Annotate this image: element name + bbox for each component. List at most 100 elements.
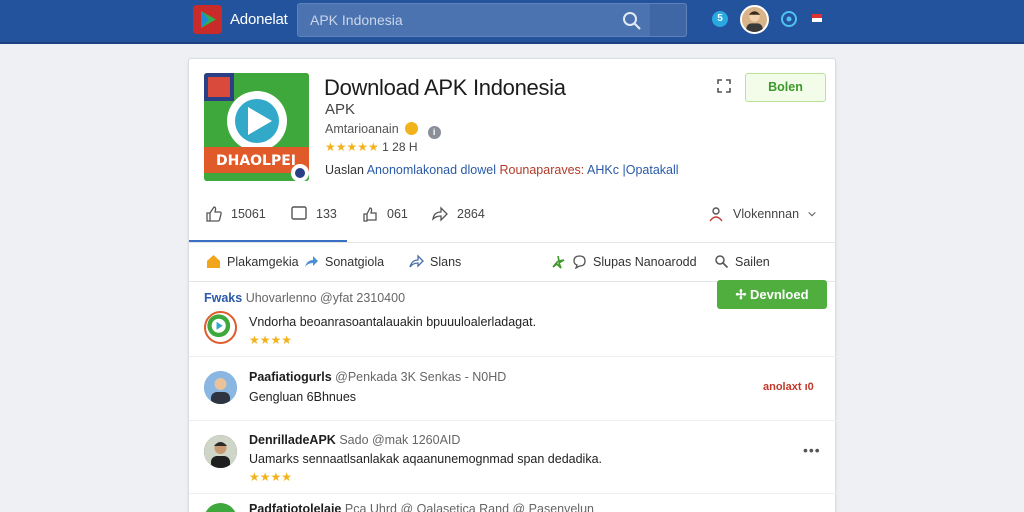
share-arrow-icon — [305, 256, 318, 267]
app-avatar-icon — [207, 314, 231, 338]
post-header: Paafiatiogurls @Penkada 3K Senkas - N0HD — [249, 370, 506, 384]
post-meta: @Penkada 3K Senkas - N0HD — [335, 370, 507, 384]
like-count: 15061 — [231, 207, 266, 221]
post-header: DenrilladeAPK Sado @mak 1260AID — [249, 433, 460, 447]
notification-badge[interactable]: 5 — [712, 11, 728, 27]
tag-link-3[interactable]: AHKc |Opatakall — [587, 163, 678, 177]
download-arrow-icon: ✢ — [735, 287, 747, 302]
info-icon[interactable]: i — [427, 126, 441, 139]
post-meta: Sado @mak 1260AID — [339, 433, 461, 447]
tab-label: Sailen — [735, 254, 770, 269]
language-flag-icon[interactable] — [812, 14, 822, 22]
post-author[interactable]: Padfatiotolelaie — [249, 502, 341, 512]
tag-link-1[interactable]: Anonomlakonad dlowel — [367, 163, 496, 177]
tab-label: Slans — [430, 254, 462, 269]
post-avatar[interactable] — [204, 435, 237, 468]
tags-prefix: Uaslan — [325, 163, 364, 177]
app-icon: DHAOLPEI — [204, 73, 309, 181]
chat-icon[interactable] — [780, 10, 798, 28]
post-author[interactable]: Fwaks — [204, 291, 242, 305]
post-author[interactable]: Paafiatiogurls — [249, 370, 332, 384]
user-avatar-icon — [742, 7, 767, 32]
emoji-icon — [405, 122, 419, 135]
post-header: Fwaks Uhovarlenno @yfat 2310400 — [204, 291, 405, 305]
chat-bubble-icon — [573, 255, 586, 269]
share-count: 061 — [387, 207, 408, 221]
download-button[interactable]: ✢ Devnloed — [717, 280, 827, 309]
top-navigation-bar: Adonelat APK Indonesia 5 — [0, 0, 1024, 44]
developer-name[interactable]: Amtarioanain — [325, 122, 399, 136]
download-label: Devnloed — [750, 287, 809, 302]
stats-divider — [189, 242, 837, 243]
post-header: Padfatiotolelaie Pca Uhrd @ Oalasetica R… — [249, 502, 594, 512]
post-author[interactable]: DenrilladeAPK — [249, 433, 336, 447]
rating-value: 1 28 H — [382, 140, 418, 154]
user-avatar-icon — [204, 435, 237, 468]
search-icon[interactable] — [622, 11, 642, 31]
like-stat[interactable]: 15061 — [205, 205, 266, 223]
site-logo[interactable] — [193, 5, 222, 34]
post-avatar[interactable] — [204, 311, 237, 344]
tab-label: Sonatgiola — [325, 254, 385, 269]
app-icon-label: DHAOLPEI — [216, 153, 296, 169]
comment-stat[interactable]: 133 — [290, 205, 337, 223]
user-avatar-icon — [204, 371, 237, 404]
user-avatar[interactable] — [740, 5, 769, 34]
post-divider — [189, 420, 837, 421]
app-category: APK — [325, 101, 356, 118]
app-logo-icon: DHAOLPEI — [204, 73, 309, 181]
post-divider — [189, 356, 837, 357]
post-body: Gengluan 6Bhnues — [249, 390, 357, 404]
app-detail-card: DHAOLPEI Download APK Indonesia APK Amta… — [188, 58, 837, 512]
tab-send[interactable]: Slans — [409, 254, 461, 269]
post-badge: anolaxt ı0 — [763, 381, 814, 393]
tab-reviews[interactable]: Slupas Nanoarodd — [551, 254, 697, 269]
tab-home[interactable]: Plakamgekia — [206, 254, 299, 269]
thumbs-up-outline-icon — [363, 207, 377, 222]
expand-icon[interactable] — [717, 79, 731, 93]
post-avatar[interactable] — [204, 371, 237, 404]
app-title: Download APK Indonesia — [324, 75, 566, 100]
post-meta: Uhovarlenno @yfat 2310400 — [245, 291, 406, 305]
tab-search[interactable]: Sailen — [714, 254, 770, 269]
more-label: Vlokennnan — [733, 207, 800, 221]
comment-icon — [291, 206, 307, 220]
forward-arrow-icon — [432, 206, 448, 222]
follow-button[interactable]: Bolen — [745, 73, 826, 102]
brand-name[interactable]: Adonelat — [230, 11, 288, 28]
search-input[interactable]: APK Indonesia — [310, 12, 403, 28]
app-tags: Uaslan Anonomlakonad dlowel Rounaparaves… — [325, 163, 679, 177]
more-options-icon[interactable]: ••• — [803, 442, 821, 458]
post-stars-icon: ★★★★ — [249, 333, 293, 347]
tab-label: Slupas Nanoarodd — [593, 254, 697, 269]
tab-label: Plakamgekia — [227, 254, 299, 269]
person-icon — [709, 207, 723, 222]
more-dropdown[interactable]: Vlokennnan — [707, 205, 817, 223]
post-avatar[interactable] — [204, 503, 237, 512]
post-body: Vndorha beoanrasoantalauakin bpuuuloaler… — [249, 315, 537, 329]
post-divider — [189, 493, 837, 494]
leaf-icon — [552, 255, 565, 269]
repost-stat[interactable]: 2864 — [431, 205, 485, 223]
post-stars-icon: ★★★★ — [249, 470, 293, 484]
follow-label: Bolen — [768, 80, 803, 94]
send-arrow-icon — [409, 254, 424, 268]
search-bar[interactable]: APK Indonesia — [297, 3, 687, 37]
share-stat[interactable]: 061 — [361, 205, 408, 223]
search-small-icon — [715, 255, 729, 269]
thumbs-up-icon — [206, 206, 222, 222]
tab-share[interactable]: Sonatgiola — [304, 254, 384, 269]
chevron-down-icon — [808, 211, 816, 217]
repost-count: 2864 — [457, 207, 485, 221]
comment-count: 133 — [316, 207, 337, 221]
stats-row: 15061 133 061 2864 Vlokennnan — [189, 205, 837, 241]
play-logo-icon — [193, 5, 222, 34]
home-icon — [207, 255, 220, 268]
rating-stars-icon: ★★★★★ — [325, 140, 379, 154]
post-meta: Pca Uhrd @ Oalasetica Rand @ Pasenvelun — [344, 502, 594, 512]
app-rating: ★★★★★ 1 28 H — [325, 140, 418, 154]
tag-link-2[interactable]: Rounaparaves: — [499, 163, 584, 177]
search-submit-button[interactable] — [650, 4, 686, 36]
tab-bar: Plakamgekia Sonatgiola Slans Slupas Nano… — [189, 245, 837, 281]
app-developer[interactable]: Amtarioanain i — [325, 122, 441, 139]
